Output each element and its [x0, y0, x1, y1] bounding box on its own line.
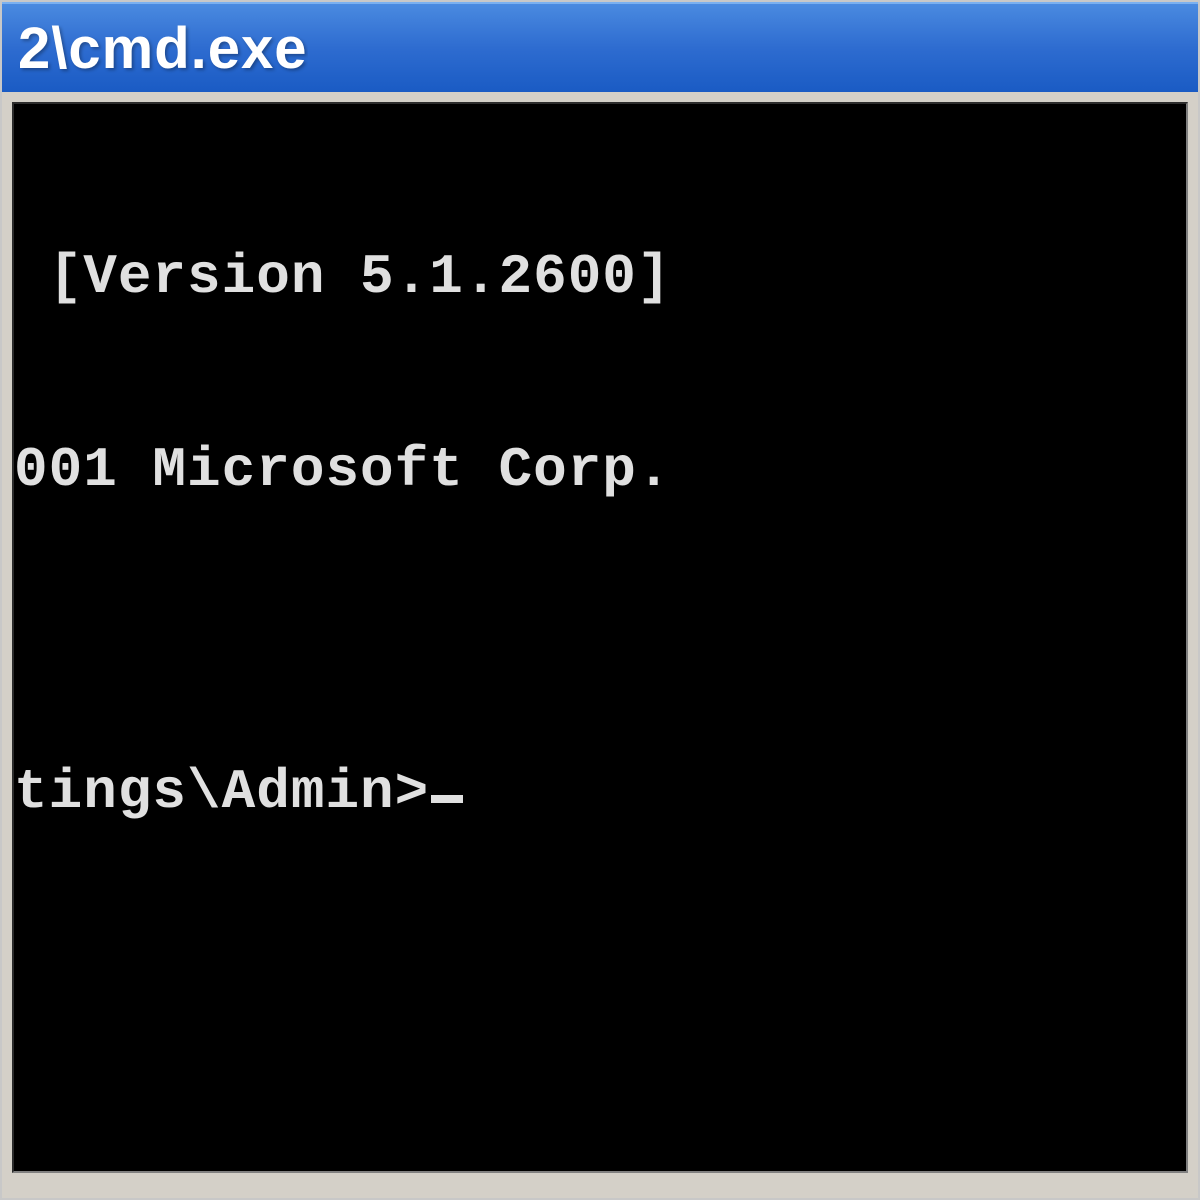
prompt-line: tings\Admin> — [14, 760, 1186, 824]
console-line: 001 Microsoft Corp. — [14, 438, 1186, 502]
cursor-icon — [431, 795, 463, 803]
window-title: 2\cmd.exe — [18, 15, 308, 82]
window-bottom-frame — [2, 1183, 1198, 1198]
titlebar[interactable]: 2\cmd.exe — [2, 2, 1198, 92]
prompt-text: tings\Admin> — [14, 760, 429, 824]
console-line: [Version 5.1.2600] — [14, 245, 1186, 309]
console-area[interactable]: [Version 5.1.2600] 001 Microsoft Corp. t… — [12, 102, 1188, 1173]
command-prompt-window: 2\cmd.exe [Version 5.1.2600] 001 Microso… — [0, 0, 1200, 1200]
window-frame: [Version 5.1.2600] 001 Microsoft Corp. t… — [2, 92, 1198, 1183]
console-output: [Version 5.1.2600] 001 Microsoft Corp. t… — [14, 116, 1186, 953]
